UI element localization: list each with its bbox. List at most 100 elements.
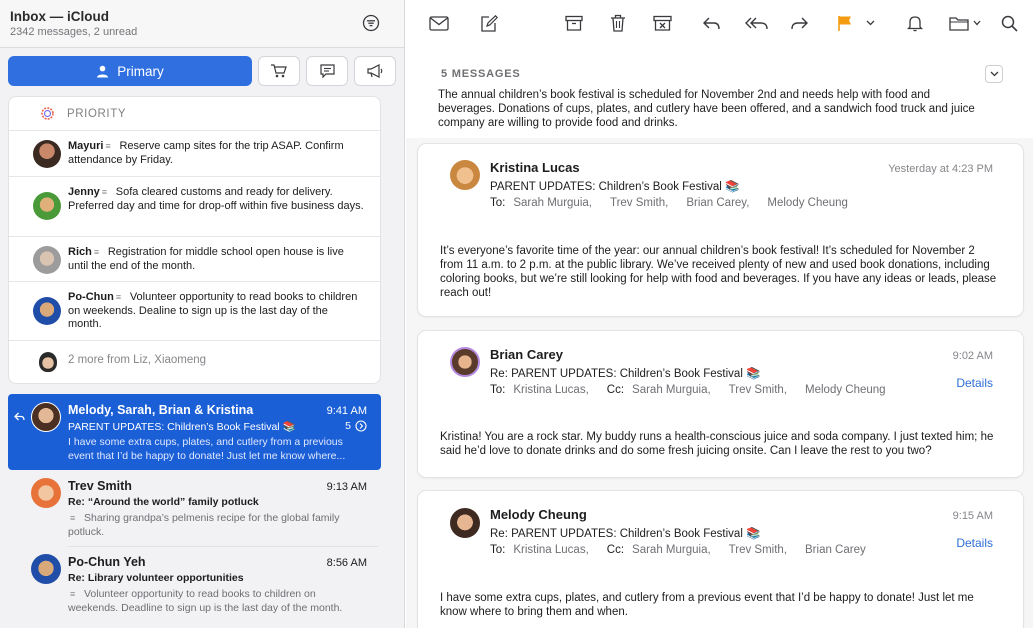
archive-button[interactable]: [563, 13, 585, 33]
priority-item[interactable]: Mayuri ≡ Reserve camp sites for the trip A…: [9, 131, 380, 177]
megaphone-icon: [367, 64, 383, 78]
avatar: [450, 160, 480, 190]
tab-shopping[interactable]: [258, 56, 300, 86]
reply-button[interactable]: [700, 13, 722, 33]
cc-label: Cc:: [606, 384, 625, 396]
card-sender: Brian Carey: [490, 347, 563, 362]
recipient[interactable]: Sarah Murguia,: [632, 384, 711, 396]
recipient[interactable]: Brian Carey: [805, 544, 866, 556]
recipient[interactable]: Melody Cheung: [805, 384, 886, 396]
summary-icon: ≡: [70, 513, 76, 523]
tab-promotions[interactable]: [354, 56, 396, 86]
bell-icon: [907, 16, 923, 32]
chevron-down-icon: [866, 20, 874, 26]
avatar: [31, 554, 61, 584]
avatar: [33, 192, 61, 220]
priority-icon: [41, 107, 54, 120]
recipient[interactable]: Kristina Lucas,: [513, 384, 588, 396]
message-row[interactable]: Trev Smith 9:13 AM Re: “Around the world…: [8, 476, 381, 544]
to-label: To:: [490, 544, 506, 556]
card-subject: Re: PARENT UPDATES: Children’s Book Fest…: [490, 528, 761, 540]
card-recipients: To: Kristina Lucas, Cc: Sarah Murguia, Trev …: [490, 544, 884, 556]
filter-icon[interactable]: [362, 14, 380, 32]
chevron-circle-icon: [355, 420, 367, 432]
tab-updates[interactable]: [306, 56, 348, 86]
avatar: [39, 352, 57, 372]
compose-button[interactable]: [478, 13, 500, 33]
priority-label: PRIORITY: [67, 108, 127, 120]
collapse-summary-button[interactable]: [985, 65, 1003, 83]
recipient[interactable]: Trev Smith,: [729, 544, 787, 556]
message-card[interactable]: Melody Cheung 9:15 AM Re: PARENT UPDATES…: [418, 491, 1023, 628]
recipient[interactable]: Trev Smith,: [729, 384, 787, 396]
junk-button[interactable]: [651, 13, 673, 33]
details-link[interactable]: Details: [956, 376, 993, 390]
card-body: I have some extra cups, plates, and cutl…: [440, 592, 974, 618]
tab-primary[interactable]: Primary: [8, 56, 252, 86]
recipient[interactable]: Trev Smith,: [610, 197, 668, 209]
category-tabs: Primary: [8, 56, 398, 86]
flag-icon: [838, 15, 851, 31]
recipient[interactable]: Melody Cheung: [767, 197, 848, 209]
card-subject: Re: PARENT UPDATES: Children’s Book Fest…: [490, 368, 761, 380]
reply-all-button[interactable]: [744, 13, 770, 33]
card-recipients: To: Kristina Lucas, Cc: Sarah Murguia, Trev …: [490, 384, 904, 396]
forward-button[interactable]: [788, 13, 810, 33]
delete-button[interactable]: [607, 13, 629, 33]
card-body: Kristina! You are a rock star. My buddy …: [440, 431, 994, 457]
recipient[interactable]: Sarah Murguia,: [632, 544, 711, 556]
person-icon: [97, 65, 109, 77]
thread-count-value: 5: [345, 420, 351, 432]
card-body: It’s everyone’s favorite time of the yea…: [440, 245, 997, 299]
reading-pane: 5 MESSAGES The annual children’s book fe…: [406, 0, 1033, 628]
flag-button[interactable]: [834, 13, 856, 33]
search-button[interactable]: [998, 13, 1020, 33]
avatar: [31, 478, 61, 508]
recipient[interactable]: Sarah Murguia,: [513, 197, 592, 209]
message-card[interactable]: Kristina Lucas Yesterday at 4:23 PM PARE…: [418, 144, 1023, 316]
recipient[interactable]: Brian Carey,: [686, 197, 749, 209]
avatar: [33, 246, 61, 274]
forward-icon: [790, 17, 808, 29]
message-time: 8:56 AM: [326, 557, 367, 569]
get-mail-button[interactable]: [428, 13, 450, 33]
compose-icon: [481, 14, 498, 32]
summary-icon: ≡: [70, 589, 76, 599]
message-subject: Re: “Around the world” family potluck: [68, 496, 259, 508]
trash-icon: [611, 14, 625, 32]
avatar: [33, 297, 61, 325]
notify-button[interactable]: [904, 13, 926, 33]
message-time: 9:13 AM: [326, 481, 367, 493]
message-sender: Trev Smith: [68, 479, 132, 493]
priority-more-label: 2 more from Liz, Xiaomeng: [68, 354, 207, 366]
message-row-selected[interactable]: Melody, Sarah, Brian & Kristina 9:41 AM …: [8, 394, 381, 470]
card-subject: PARENT UPDATES: Children’s Book Festival…: [490, 181, 740, 193]
card-sender: Melody Cheung: [490, 507, 587, 522]
priority-item[interactable]: Jenny ≡ Sofa cleared customs and ready for…: [9, 177, 380, 237]
message-row[interactable]: Po-Chun Yeh 8:56 AM Re: Library voluntee…: [8, 552, 381, 622]
thread-summary: 5 MESSAGES The annual children’s book fe…: [406, 46, 1033, 138]
details-link[interactable]: Details: [956, 536, 993, 550]
replied-icon: [14, 412, 25, 421]
priority-item[interactable]: Po-Chun ≡ Volunteer opportunity to read bo…: [9, 282, 380, 341]
chevron-down-icon: [973, 20, 981, 26]
thread-count[interactable]: 5: [345, 420, 367, 432]
priority-more[interactable]: 2 more from Liz, Xiaomeng: [9, 339, 380, 383]
chevron-down-icon: [990, 71, 998, 77]
card-time: 9:02 AM: [952, 350, 993, 362]
message-card[interactable]: Brian Carey 9:02 AM Re: PARENT UPDATES: …: [418, 331, 1023, 477]
mailbox-subtitle: 2342 messages, 2 unread: [10, 26, 138, 38]
reply-icon: [702, 17, 720, 29]
flag-menu-button[interactable]: [864, 13, 876, 33]
summary-icon: ≡: [115, 292, 122, 302]
card-sender: Kristina Lucas: [490, 160, 580, 175]
move-to-folder-button[interactable]: [948, 13, 982, 33]
envelope-icon: [429, 15, 449, 31]
cc-label: Cc:: [606, 544, 625, 556]
message-sender: Melody, Sarah, Brian & Kristina: [68, 403, 254, 417]
archive-icon: [565, 15, 583, 31]
priority-item[interactable]: Rich ≡ Registration for middle school open…: [9, 237, 380, 282]
summary-icon: ≡: [105, 141, 111, 151]
priority-header: PRIORITY: [9, 97, 380, 131]
recipient[interactable]: Kristina Lucas,: [513, 544, 588, 556]
